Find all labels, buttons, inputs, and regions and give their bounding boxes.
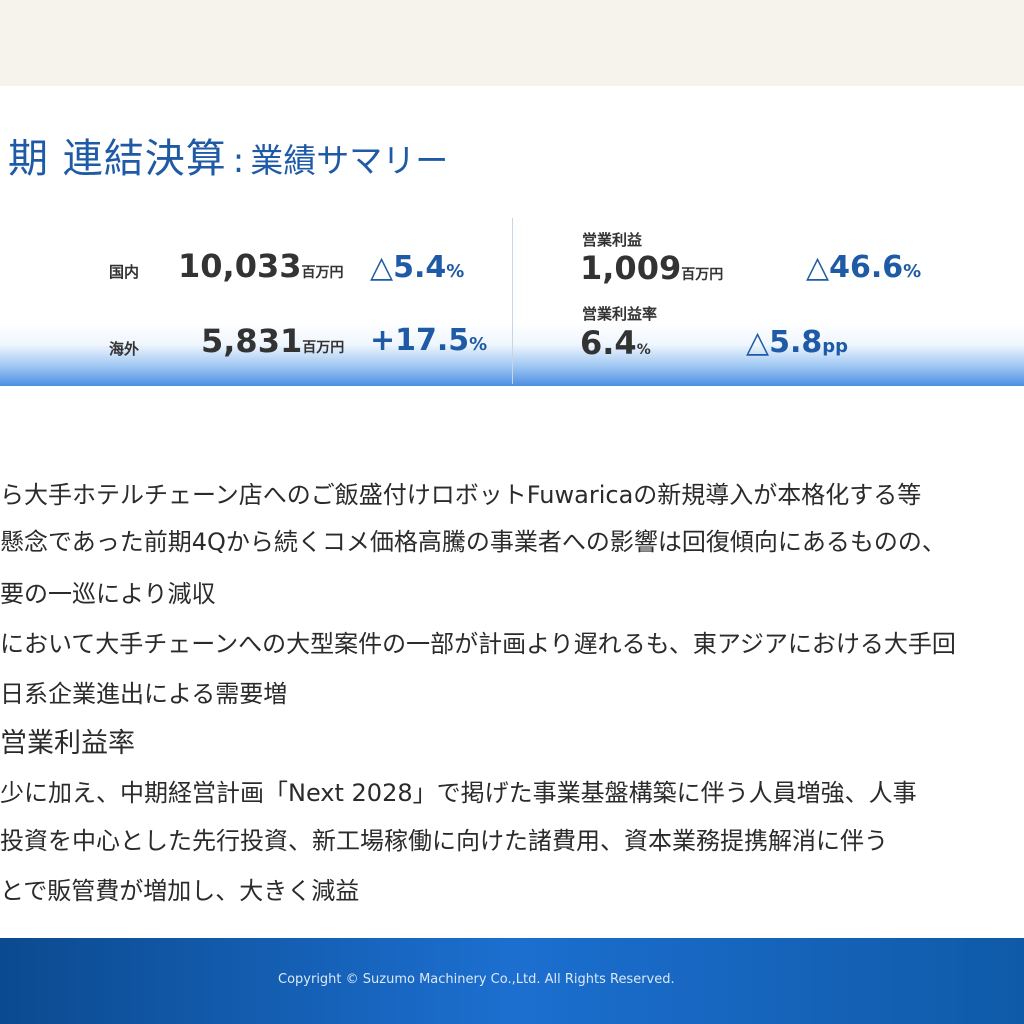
operating-profit-label: 営業利益 (582, 231, 643, 249)
operating-margin-value-number: 6.4 (580, 324, 637, 362)
operating-profit-unit: 百万円 (681, 267, 724, 283)
operating-profit-change-unit: % (903, 261, 922, 282)
body-line-8: とで販管費が増加し、大きく減益 (0, 877, 360, 905)
overseas-unit: 百万円 (302, 340, 345, 356)
overseas-change-value: +17.5 (370, 323, 470, 358)
domestic-value: 10,033百万円 (178, 247, 343, 285)
body-line-5: 日系企業進出による需要増 (0, 680, 288, 708)
overseas-label: 海外 (109, 340, 140, 358)
body-line-2: 懸念であった前期4Qから続くコメ価格高騰の事業者への影響は回復傾向にあるものの、 (0, 528, 946, 556)
operating-margin-change-unit: pp (822, 336, 848, 357)
title-sub: 業績サマリー (250, 141, 449, 180)
operating-profit-change-value: △46.6 (806, 250, 904, 285)
domestic-change-unit: % (446, 261, 465, 282)
summary-panel: 国内 10,033百万円 △5.4% 海外 5,831百万円 +17.5% 営業… (0, 214, 1024, 386)
operating-margin-label: 営業利益率 (582, 305, 658, 323)
summary-divider (512, 218, 513, 384)
body-line-3: 要の一巡により減収 (0, 580, 216, 608)
domestic-value-number: 10,033 (178, 247, 302, 285)
overseas-value: 5,831百万円 (201, 322, 344, 360)
operating-profit-change: △46.6% (806, 250, 921, 285)
domestic-change-value: △5.4 (370, 250, 447, 285)
section-heading-operating-margin: 営業利益率 (0, 728, 135, 759)
operating-margin-change: △5.8pp (746, 325, 848, 360)
operating-margin-change-value: △5.8 (746, 325, 823, 360)
title-separator: : (232, 141, 245, 181)
overseas-value-number: 5,831 (201, 322, 303, 360)
operating-margin-unit: % (636, 342, 651, 358)
domestic-label: 国内 (109, 263, 140, 281)
operating-margin-value: 6.4% (580, 324, 651, 362)
domestic-change: △5.4% (370, 250, 464, 285)
body-line-1: ら大手ホテルチェーン店へのご飯盛付けロボットFuwaricaの新規導入が本格化す… (0, 481, 922, 509)
slide: 期 連結決算: 業績サマリー 国内 10,033百万円 △5.4% 海外 5,83… (0, 86, 1024, 938)
operating-profit-value: 1,009百万円 (580, 249, 723, 287)
operating-profit-value-number: 1,009 (580, 249, 682, 287)
title-main: 期 連結決算 (8, 136, 227, 182)
page-title: 期 連結決算: 業績サマリー (8, 126, 448, 184)
body-line-4: において大手チェーンへの大型案件の一部が計画より遅れるも、東アジアにおける大手回 (0, 630, 956, 658)
body-line-6: 少に加え、中期経営計画「Next 2028」で掲げた事業基盤構築に伴う人員増強、… (0, 779, 917, 807)
domestic-unit: 百万円 (301, 265, 344, 281)
overseas-change: +17.5% (370, 323, 487, 358)
top-band (0, 0, 1024, 86)
body-line-7: 投資を中心とした先行投資、新工場稼働に向けた諸費用、資本業務提携解消に伴う (0, 827, 888, 855)
footer: Copyright © Suzumo Machinery Co.,Ltd. Al… (0, 938, 1024, 1024)
copyright-text: Copyright © Suzumo Machinery Co.,Ltd. Al… (278, 972, 675, 987)
overseas-change-unit: % (469, 334, 488, 355)
